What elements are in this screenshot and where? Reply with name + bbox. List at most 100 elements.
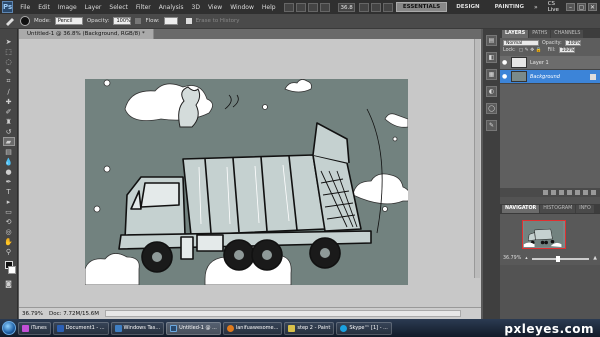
maximize-button[interactable]: ▢ (577, 3, 586, 11)
taskbar-item-task-manager[interactable]: Windows Tas... (110, 321, 165, 335)
gradient-tool-icon[interactable]: ▤ (3, 147, 15, 156)
eye-icon[interactable]: ● (502, 73, 508, 80)
navigator-zoom-value[interactable]: 36.79% (503, 256, 521, 261)
menu-help[interactable]: Help (258, 4, 280, 11)
view-extras-icon[interactable] (358, 2, 369, 12)
healing-brush-tool-icon[interactable]: ✚ (3, 97, 15, 106)
eye-icon[interactable]: ● (502, 59, 508, 66)
taskbar-item-firefox[interactable]: lanifuawesome... (222, 321, 283, 335)
zoom-tool-icon[interactable]: ⚲ (3, 247, 15, 256)
minimize-button[interactable]: – (566, 3, 575, 11)
flow-field[interactable] (163, 17, 178, 25)
eraser-tool-preset-icon[interactable] (4, 16, 16, 26)
document-tab[interactable]: Untitled-1 @ 36.8% (Background, RGB/8) * (19, 29, 154, 39)
add-mask-icon[interactable] (559, 190, 564, 195)
history-brush-tool-icon[interactable]: ↺ (3, 127, 15, 136)
type-tool-icon[interactable]: T (3, 187, 15, 196)
eraser-tool-icon[interactable]: ▰ (2, 137, 15, 146)
zoom-slider-knob[interactable] (555, 255, 560, 262)
3d-rotate-tool-icon[interactable]: ⟲ (3, 217, 15, 226)
shape-tool-icon[interactable]: ▭ (3, 207, 15, 216)
arrange-documents-icon[interactable] (370, 2, 381, 12)
tab-layers[interactable]: LAYERS (502, 30, 529, 38)
taskbar-item-itunes[interactable]: iTunes (18, 321, 51, 335)
menu-analysis[interactable]: Analysis (155, 4, 188, 11)
menu-file[interactable]: File (16, 4, 34, 11)
adjustments-panel-icon[interactable]: ◐ (486, 86, 497, 97)
menu-filter[interactable]: Filter (132, 4, 155, 11)
menu-window[interactable]: Window (226, 4, 258, 11)
layer-style-icon[interactable] (551, 190, 556, 195)
tab-navigator[interactable]: NAVIGATOR (502, 205, 540, 213)
horizontal-scrollbar[interactable] (105, 310, 461, 317)
clone-stamp-tool-icon[interactable]: ♜ (3, 117, 15, 126)
crop-tool-icon[interactable]: ⌗ (3, 77, 15, 86)
lock-icons[interactable]: ▢ ✎ ✥ 🔒 (519, 48, 545, 53)
tab-channels[interactable]: CHANNELS (551, 30, 584, 38)
blend-mode-select[interactable]: Normal (503, 40, 539, 46)
layer-row[interactable]: ● Layer 1 (500, 56, 600, 70)
status-zoom[interactable]: 36.79% (22, 311, 43, 317)
workspace-painting[interactable]: PAINTING (489, 2, 530, 12)
taskbar-item-photoshop[interactable]: Untitled-1 @ ... (166, 321, 221, 335)
zoom-in-icon[interactable]: ▲ (593, 256, 597, 261)
garbage-truck-artwork[interactable] (85, 79, 408, 285)
adjustment-layer-icon[interactable] (567, 190, 572, 195)
color-panel-icon[interactable]: ◧ (486, 52, 497, 63)
brush-size-picker-icon[interactable] (20, 16, 30, 26)
erase-to-history-checkbox[interactable] (185, 18, 192, 24)
minibridge-icon[interactable] (295, 2, 306, 12)
zoom-level-field[interactable]: 36.8 (337, 2, 355, 12)
background-color-swatch[interactable] (7, 266, 16, 274)
blur-tool-icon[interactable]: 💧 (3, 157, 15, 166)
brush-panel-icon[interactable]: ✎ (486, 120, 497, 131)
zoom-out-icon[interactable]: ▴ (525, 256, 527, 261)
layer-name[interactable]: Background (530, 74, 587, 80)
trash-icon[interactable] (591, 190, 596, 195)
layer-row[interactable]: ● Background (500, 70, 600, 84)
lasso-tool-icon[interactable]: ◌ (3, 57, 15, 66)
workspace-design[interactable]: DESIGN (450, 2, 485, 12)
quick-mask-icon[interactable]: ◙ (3, 279, 15, 288)
hand-icon[interactable] (307, 2, 318, 12)
mode-select[interactable]: Pencil (54, 17, 83, 25)
vertical-scrollbar[interactable] (474, 39, 480, 278)
new-group-icon[interactable] (575, 190, 580, 195)
menu-layer[interactable]: Layer (81, 4, 106, 11)
start-button-icon[interactable] (2, 321, 16, 335)
brush-tool-icon[interactable]: ✐ (3, 107, 15, 116)
cs-live-button[interactable]: CS Live (548, 1, 560, 13)
swatches-panel-icon[interactable]: ▦ (486, 69, 497, 80)
dodge-tool-icon[interactable]: ● (3, 167, 15, 176)
history-panel-icon[interactable]: ▤ (486, 35, 497, 46)
workspace-more-button[interactable]: » (530, 4, 542, 11)
taskbar-item-paint[interactable]: step 2 - Paint (284, 321, 335, 335)
pressure-opacity-icon[interactable] (135, 18, 142, 24)
layer-opacity-field[interactable]: 100% (564, 40, 581, 46)
navigator-zoom-slider[interactable] (531, 255, 590, 262)
workspace-essentials[interactable]: ESSENTIALS (395, 2, 448, 12)
quick-select-tool-icon[interactable]: ✎ (3, 67, 15, 76)
menu-select[interactable]: Select (105, 4, 132, 11)
tab-info[interactable]: INFO (576, 205, 594, 213)
taskbar-item-skype[interactable]: Skype™ [1] - ... (336, 321, 392, 335)
masks-panel-icon[interactable]: ◯ (486, 103, 497, 114)
layer-name[interactable]: Layer 1 (530, 60, 600, 66)
tab-paths[interactable]: PATHS (529, 30, 551, 38)
menu-3d[interactable]: 3D (188, 4, 204, 11)
close-button[interactable]: ✕ (588, 3, 597, 11)
zoom-icon[interactable] (319, 2, 330, 12)
eyedropper-tool-icon[interactable]: ∕ (3, 87, 15, 96)
screen-mode-icon[interactable] (382, 2, 393, 12)
menu-image[interactable]: Image (54, 4, 81, 11)
fill-field[interactable]: 100% (558, 47, 575, 53)
menu-edit[interactable]: Edit (34, 4, 54, 11)
navigator-view-box[interactable] (522, 220, 566, 249)
pen-tool-icon[interactable]: ✒ (3, 177, 15, 186)
3d-orbit-tool-icon[interactable]: ◎ (3, 227, 15, 236)
tab-histogram[interactable]: HISTOGRAM (540, 205, 576, 213)
taskbar-item-word[interactable]: Document1 - ... (52, 321, 109, 335)
move-tool-icon[interactable]: ➤ (3, 37, 15, 46)
marquee-tool-icon[interactable]: ⬚ (3, 47, 15, 56)
link-layers-icon[interactable] (543, 190, 548, 195)
